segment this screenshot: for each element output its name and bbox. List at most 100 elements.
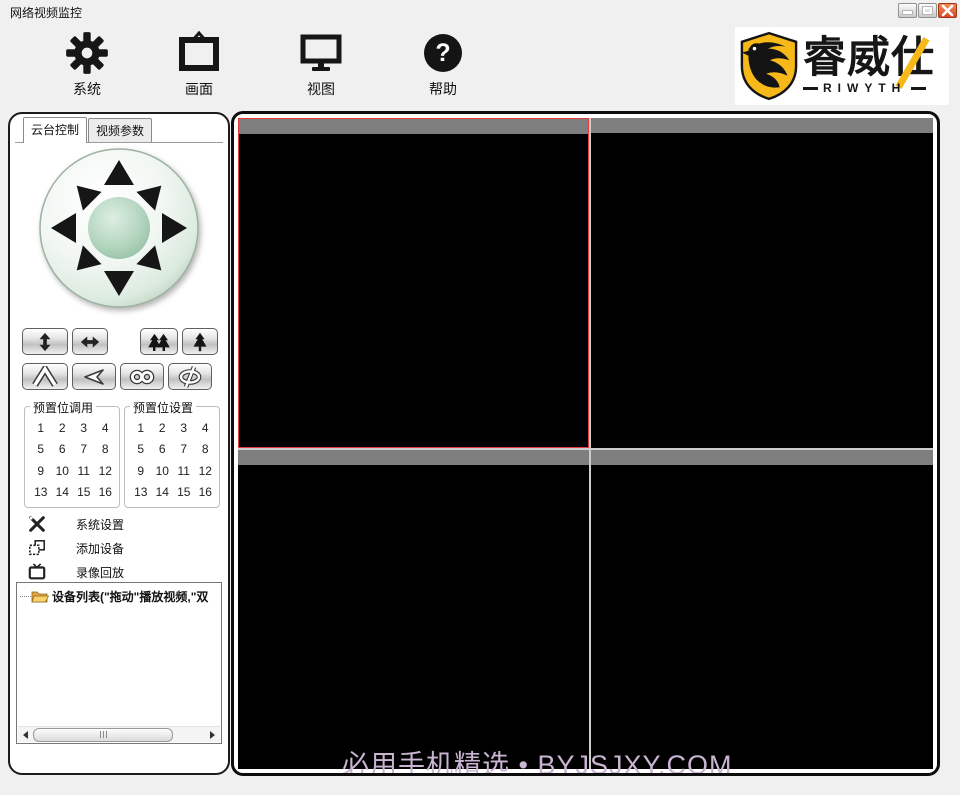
toolbar-button-view[interactable]: 视图 <box>288 28 354 99</box>
preset-set-11[interactable]: 11 <box>178 464 190 478</box>
horizontal-scrollbar[interactable] <box>18 726 220 742</box>
preset-call-16[interactable]: 16 <box>99 485 112 499</box>
ptz-center[interactable] <box>88 197 150 259</box>
preset-call-9[interactable]: 9 <box>37 464 44 478</box>
zoom-out-two-trees-icon <box>148 333 170 351</box>
preset-call-2[interactable]: 2 <box>59 421 66 435</box>
vertical-scan-button[interactable] <box>22 328 68 355</box>
focus-arrow-button[interactable] <box>72 363 116 390</box>
preset-set-14[interactable]: 14 <box>156 485 169 499</box>
video-cell-2-body <box>591 133 933 448</box>
minimize-icon <box>902 10 913 15</box>
preset-set-5[interactable]: 5 <box>137 442 144 456</box>
preset-call-7[interactable]: 7 <box>80 442 87 456</box>
preset-set-12[interactable]: 12 <box>199 464 212 478</box>
tab-video-params[interactable]: 视频参数 <box>88 118 153 142</box>
ptz-function-row-2 <box>22 363 218 390</box>
toolbar-label-help: 帮助 <box>429 81 457 97</box>
preset-call-4[interactable]: 4 <box>102 421 109 435</box>
preset-call-13[interactable]: 13 <box>34 485 47 499</box>
panel-tabs: 云台控制 视频参数 <box>15 117 223 143</box>
slashed-eye-icon <box>178 365 202 388</box>
video-cell-3-body <box>238 465 589 769</box>
video-cell-2-titlebar <box>591 118 933 133</box>
toolbar-button-screen[interactable]: 画面 <box>166 28 232 99</box>
horizontal-scan-arrows-icon <box>80 336 100 347</box>
preset-set-6[interactable]: 6 <box>159 442 166 456</box>
zoom-in-tree-icon <box>193 332 207 351</box>
preset-set-1[interactable]: 1 <box>137 421 144 435</box>
video-cell-3[interactable] <box>238 450 589 769</box>
preset-call-11[interactable]: 11 <box>78 464 90 478</box>
video-cell-3-titlebar <box>238 450 589 465</box>
folder-icon <box>31 591 49 603</box>
horizontal-scan-button[interactable] <box>72 328 108 355</box>
preset-set-8[interactable]: 8 <box>202 442 209 456</box>
toolbar-button-help[interactable]: ? 帮助 <box>410 28 476 99</box>
preset-call-3[interactable]: 3 <box>80 421 87 435</box>
vertical-scan-arrows-icon <box>39 332 51 351</box>
preset-set-13[interactable]: 13 <box>134 485 147 499</box>
preset-set-2[interactable]: 2 <box>159 421 166 435</box>
ptz-panel: 云台控制 视频参数 预置位调用 1 2 3 4 5 6 7 8 9 10 11 … <box>8 112 230 775</box>
video-cell-4[interactable] <box>591 450 933 769</box>
scrollbar-thumb[interactable] <box>33 727 173 742</box>
watermark-text: 必用手机精选 • BYJSJXY.COM <box>342 750 733 776</box>
preset-call-1[interactable]: 1 <box>37 421 44 435</box>
scroll-left-icon[interactable] <box>23 730 28 739</box>
toolbar-button-system[interactable]: 系统 <box>54 28 120 99</box>
preset-call-15[interactable]: 15 <box>77 485 90 499</box>
eagle-shield-icon <box>740 31 798 101</box>
ptz-direction-wheel[interactable] <box>37 146 201 310</box>
zoom-in-button[interactable] <box>182 328 218 355</box>
monitor-icon <box>300 34 342 71</box>
preset-call-12[interactable]: 12 <box>99 464 112 478</box>
focus-far-button[interactable] <box>120 363 164 390</box>
tab-ptz-control[interactable]: 云台控制 <box>23 117 88 143</box>
preset-call-10[interactable]: 10 <box>56 464 69 478</box>
preset-set-10[interactable]: 10 <box>156 464 169 478</box>
close-button[interactable] <box>938 3 957 18</box>
preset-call-8[interactable]: 8 <box>102 442 109 456</box>
minimize-button[interactable] <box>898 3 917 18</box>
toolbar-label-system: 系统 <box>73 81 101 97</box>
preset-set-15[interactable]: 15 <box>177 485 190 499</box>
brand-latin: RIWYTH <box>823 81 907 96</box>
preset-call-6[interactable]: 6 <box>59 442 66 456</box>
ptz-function-row-1 <box>22 328 218 355</box>
close-icon <box>941 4 954 17</box>
preset-set-16[interactable]: 16 <box>199 485 212 499</box>
preset-call-title: 预置位调用 <box>30 399 97 416</box>
cascade-windows-icon <box>29 540 45 556</box>
zoom-out-button[interactable] <box>140 328 178 355</box>
panel-menu: 系统设置 添加设备 录像回放 <box>10 512 228 584</box>
iris-peak-button[interactable] <box>22 363 68 390</box>
device-list-box: 设备列表("拖动"播放视频,"双 <box>16 582 222 744</box>
aperture-button[interactable] <box>168 363 212 390</box>
scroll-right-icon[interactable] <box>210 730 215 739</box>
preset-call-5[interactable]: 5 <box>37 442 44 456</box>
preset-set-7[interactable]: 7 <box>180 442 187 456</box>
app-window: 网络视频监控 系统 画面 视图 ? 帮助 睿威仕 RIWYTH 云台控制 视频参… <box>0 0 960 795</box>
left-arrow-icon <box>84 368 104 385</box>
video-cell-1-body <box>239 134 588 447</box>
video-cell-4-body <box>591 465 933 769</box>
device-list-root[interactable]: 设备列表("拖动"播放视频,"双 <box>17 588 221 605</box>
preset-set-4[interactable]: 4 <box>202 421 209 435</box>
video-cell-2[interactable] <box>591 118 933 448</box>
maximize-icon <box>922 6 933 15</box>
window-title: 网络视频监控 <box>10 6 83 20</box>
preset-set-3[interactable]: 3 <box>180 421 187 435</box>
gear-icon <box>66 32 108 74</box>
preset-call-group: 预置位调用 1 2 3 4 5 6 7 8 9 10 11 12 13 14 1… <box>24 399 120 508</box>
maximize-button[interactable] <box>918 3 937 18</box>
menu-record-playback[interactable]: 录像回放 <box>10 560 228 584</box>
preset-set-9[interactable]: 9 <box>137 464 144 478</box>
menu-system-settings[interactable]: 系统设置 <box>10 512 228 536</box>
infinity-icon <box>129 369 155 384</box>
video-cell-1[interactable] <box>238 118 589 448</box>
preset-call-14[interactable]: 14 <box>56 485 69 499</box>
menu-add-device[interactable]: 添加设备 <box>10 536 228 560</box>
preset-set-title: 预置位设置 <box>130 399 197 416</box>
brand-dash-left <box>803 86 818 90</box>
